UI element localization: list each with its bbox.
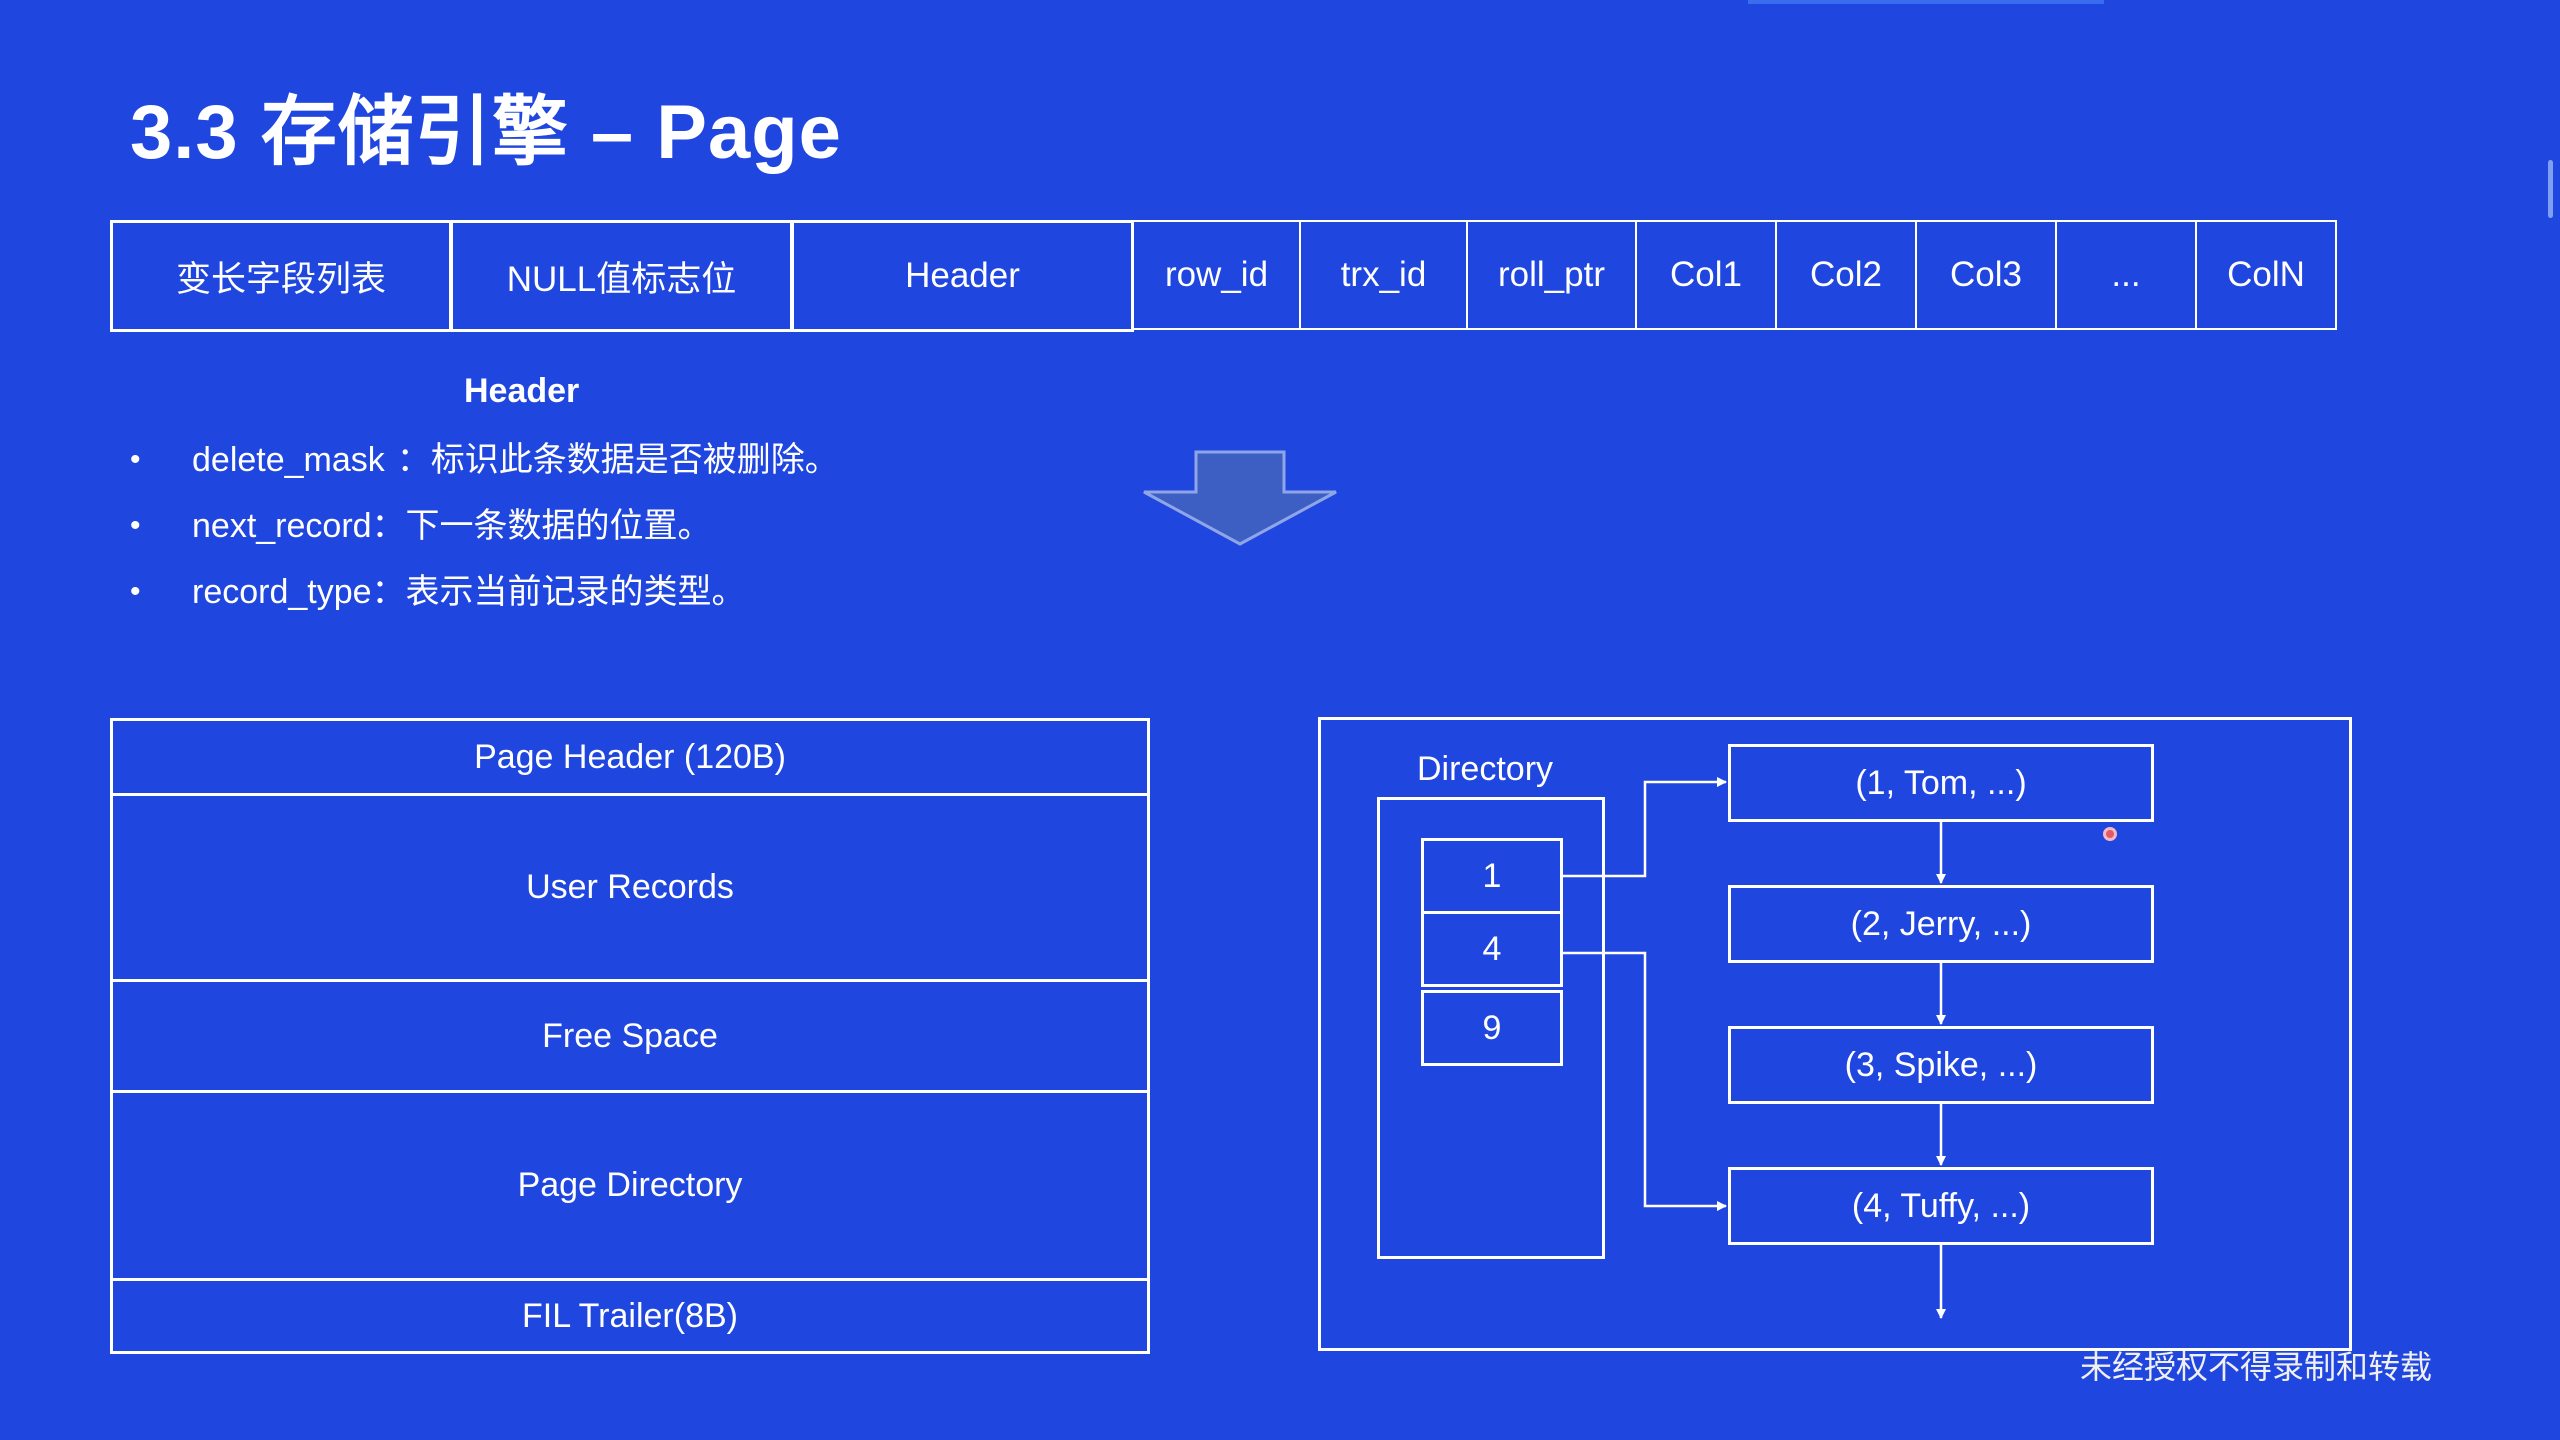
- pointer-arrow: [1563, 777, 1727, 878]
- connector-lines: [1563, 777, 1946, 1319]
- watermark: 未经授权不得录制和转载: [2080, 1349, 2433, 1385]
- pointer-arrow: [1563, 951, 1727, 1211]
- pointer-dot-icon: [2103, 827, 2117, 841]
